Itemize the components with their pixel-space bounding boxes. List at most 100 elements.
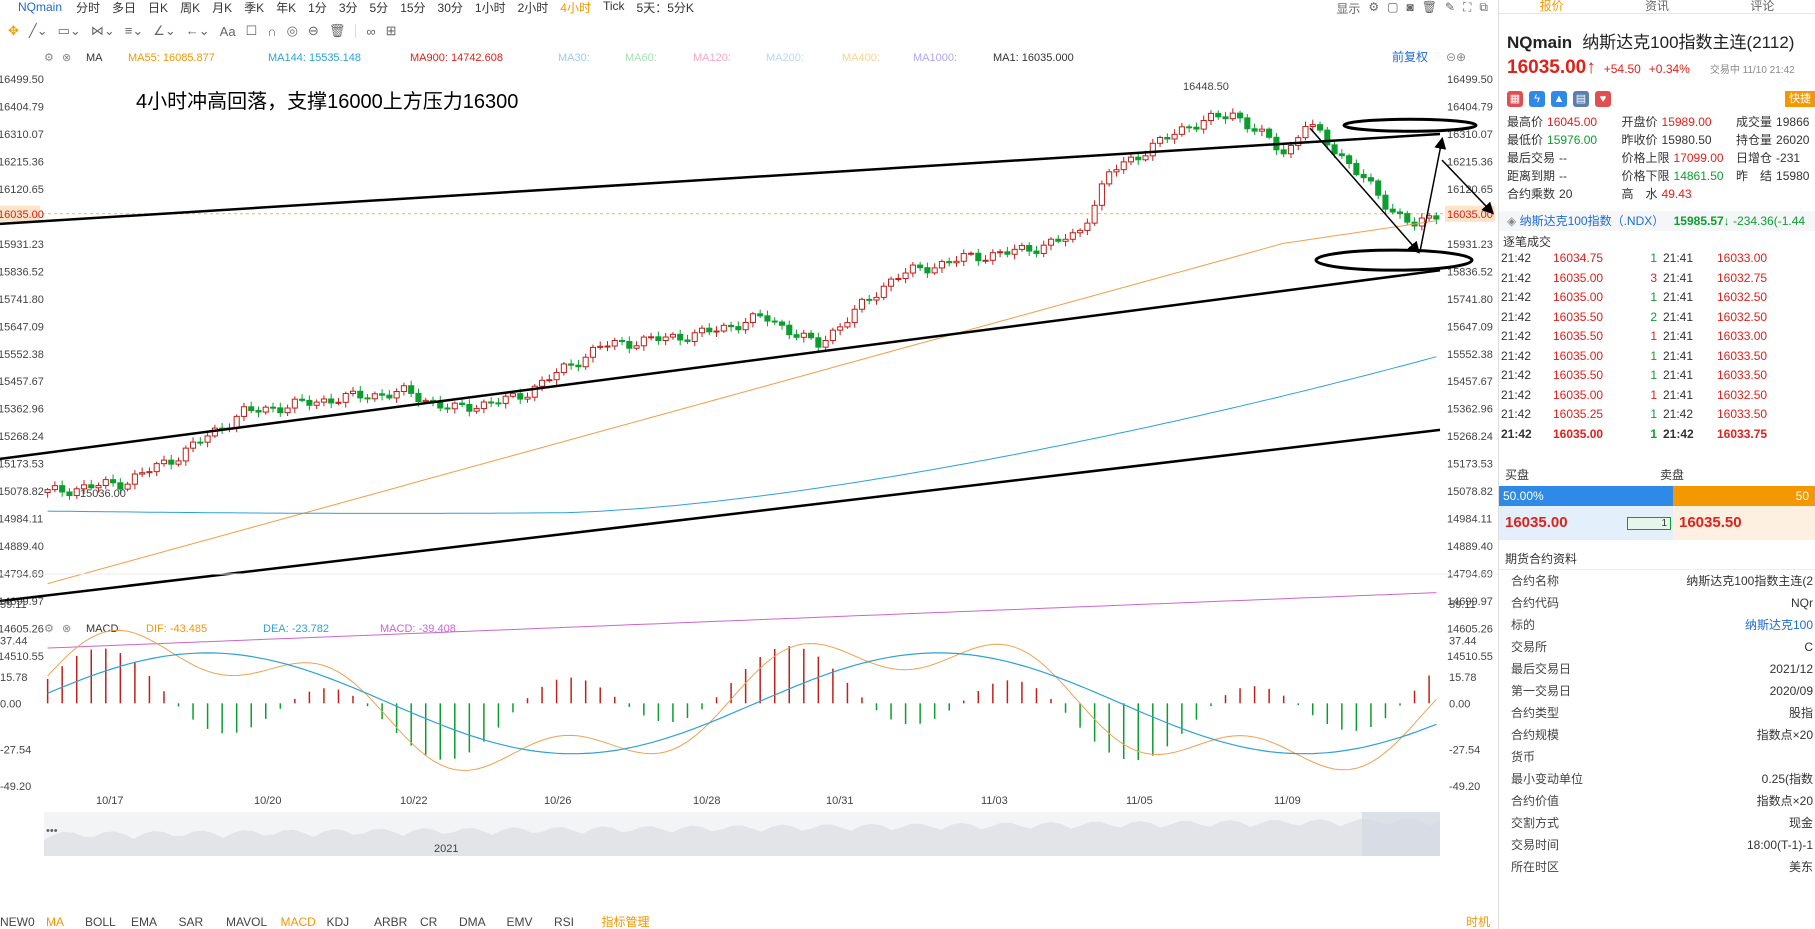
indicator-tab[interactable]: KDJ	[327, 915, 350, 929]
indicator-tab[interactable]: EMA	[131, 915, 157, 929]
visibility-icon[interactable]: ◎	[287, 23, 298, 39]
panel-tab[interactable]: 评论	[1710, 0, 1815, 13]
period-tab[interactable]: 分时	[76, 0, 100, 15]
panel-tab[interactable]: 报价	[1499, 0, 1604, 13]
settings-icon[interactable]: ⚙	[1368, 0, 1379, 14]
trash-icon[interactable]: 🗑	[1422, 0, 1437, 14]
window-icon[interactable]: ▢	[1387, 0, 1398, 14]
zoom-icons[interactable]: ⊝⊕	[1446, 50, 1466, 64]
info-value[interactable]: 纳斯达克100	[1745, 614, 1813, 636]
candle-body	[509, 393, 517, 397]
deal-time: 21:42	[1501, 290, 1532, 304]
indicator-tab[interactable]: MA	[46, 915, 64, 929]
support-ellipse[interactable]	[1314, 248, 1474, 272]
pen-icon[interactable]: ✎	[1445, 0, 1455, 14]
resistance-ellipse[interactable]	[1342, 117, 1478, 133]
indicator-tab[interactable]: EMV	[507, 915, 533, 929]
indicator-tab[interactable]: MACD	[281, 915, 317, 929]
navigator-window[interactable]	[1362, 812, 1440, 856]
period-tab[interactable]: 日K	[148, 0, 168, 15]
favorite-icon[interactable]: ♥	[1595, 91, 1611, 107]
period-tab[interactable]: 月K	[212, 0, 232, 15]
forecast-arrow[interactable]	[1419, 136, 1447, 252]
period-tab[interactable]: 5天：5分K	[637, 0, 694, 15]
analysis-annotation[interactable]: 4小时冲高回落，支撑16000上方压力16300	[136, 90, 518, 113]
display-menu[interactable]: 显示 ⚙ ▢ ◙ 🗑 ✎ ⛶ ⧉	[1336, 0, 1488, 14]
forecast-arrow[interactable]	[1309, 127, 1420, 254]
crosshair-icon[interactable]: ✥	[8, 23, 19, 39]
candle-body	[1055, 238, 1062, 242]
period-tab[interactable]: 年K	[276, 0, 296, 15]
ma-label[interactable]: MA	[86, 52, 103, 64]
indicator-tab[interactable]: CR	[420, 915, 438, 929]
settings-icon[interactable]: ⚙	[44, 52, 54, 64]
shape-tool-icon[interactable]: ▭⌄	[58, 23, 81, 39]
index-name[interactable]: 纳斯达克100指数（.NDX）	[1520, 214, 1665, 228]
period-tab[interactable]: 4小时	[560, 0, 591, 15]
lock-icon[interactable]: ⊖	[308, 23, 319, 39]
line-tool-icon[interactable]: ╱⌄	[29, 23, 48, 39]
flag-icon[interactable]: ▦	[1507, 91, 1523, 107]
fullscreen-icon[interactable]: ⛶	[1463, 0, 1471, 14]
period-tab[interactable]: Tick	[603, 0, 625, 14]
indicator-tab[interactable]: ARBR	[374, 915, 408, 929]
period-tab[interactable]: 15分	[400, 0, 425, 15]
period-tab[interactable]: 季K	[244, 0, 264, 15]
period-tab[interactable]: 周K	[180, 0, 200, 15]
period-tab[interactable]: 3分	[339, 0, 358, 15]
stat-key: 最后交易	[1507, 151, 1556, 165]
timing-tab[interactable]: 时机	[1466, 915, 1490, 929]
camera-icon[interactable]: ◙	[1406, 0, 1413, 14]
stat-value: 15989.00	[1661, 115, 1712, 129]
close-icon[interactable]: ⊗	[62, 623, 71, 635]
indicator-tab[interactable]: RSI	[554, 915, 574, 929]
period-tab[interactable]: 1分	[308, 0, 327, 15]
period-tab[interactable]: 1小时	[475, 0, 506, 15]
indicator-tab[interactable]: DMA	[459, 915, 486, 929]
period-tab[interactable]: 30分	[438, 0, 463, 15]
erase-tool-icon[interactable]: ☐	[246, 23, 258, 39]
alert-icon[interactable]: ▲	[1551, 91, 1567, 107]
trend-channel-line[interactable]	[0, 132, 1441, 226]
brush-tool-icon[interactable]: ∠⌄	[153, 23, 176, 39]
candle-body	[655, 336, 662, 342]
candle-body	[466, 404, 473, 412]
deal-time: 21:41	[1663, 348, 1694, 363]
indicator-tab[interactable]: NEW0	[0, 915, 35, 929]
indicator-tab[interactable]: BOLL	[85, 915, 116, 929]
period-tab[interactable]: 5分	[370, 0, 389, 15]
fib-tool-icon[interactable]: ⋈⌄	[91, 23, 115, 39]
indicator-tab[interactable]: MAVOL	[226, 915, 267, 929]
candle-body	[589, 346, 596, 358]
kline-chart[interactable]: ⚙ ⊗ MA MA55: 16085.877 MA144: 15535.148 MA900…	[0, 46, 1498, 929]
indicator-tab[interactable]: SAR	[179, 915, 204, 929]
shortcut-button[interactable]: 快捷	[1785, 91, 1815, 107]
arrow-tool-icon[interactable]: ←⌄	[186, 23, 210, 39]
delete-icon[interactable]: 🗑	[329, 23, 346, 39]
period-tab[interactable]: 多日	[112, 0, 136, 15]
indicator-tab[interactable]: 指标管理	[602, 914, 650, 929]
lightning-icon[interactable]: ϟ	[1529, 91, 1545, 107]
text-tool-icon[interactable]: Aa	[220, 24, 236, 39]
trend-channel-line[interactable]	[0, 269, 1441, 461]
symbol-label[interactable]: NQmain	[18, 0, 62, 14]
adjust-label[interactable]: 前复权	[1392, 49, 1428, 64]
navigator-handle-icon[interactable]: •••	[46, 825, 58, 837]
settings-icon[interactable]: ⚙	[44, 623, 54, 635]
magnet-icon[interactable]: ∩	[267, 24, 276, 39]
channel-tool-icon[interactable]: ≡⌄	[125, 23, 143, 39]
popout-icon[interactable]: ⧉	[1479, 0, 1488, 14]
candle-body	[764, 315, 771, 322]
note-icon[interactable]: ▤	[1573, 91, 1589, 107]
close-icon[interactable]: ⊗	[62, 52, 71, 64]
link-icon[interactable]: ∞	[366, 24, 375, 39]
period-tab[interactable]: 2小时	[518, 0, 549, 15]
display-label[interactable]: 显示	[1336, 0, 1360, 14]
trend-channel-line[interactable]	[0, 428, 1441, 603]
panel-tab[interactable]: 资讯	[1604, 0, 1709, 13]
grid-icon[interactable]: ⊞	[386, 23, 397, 39]
underlying-index-row[interactable]: ◈ 纳斯达克100指数（.NDX） 15985.57↓ -234.36(-1.4…	[1499, 211, 1815, 231]
candle-body	[866, 298, 873, 301]
chart-area[interactable]: ⚙ ⊗ MA MA55: 16085.877 MA144: 15535.148 MA900…	[0, 46, 1498, 929]
candle-body	[691, 332, 698, 342]
